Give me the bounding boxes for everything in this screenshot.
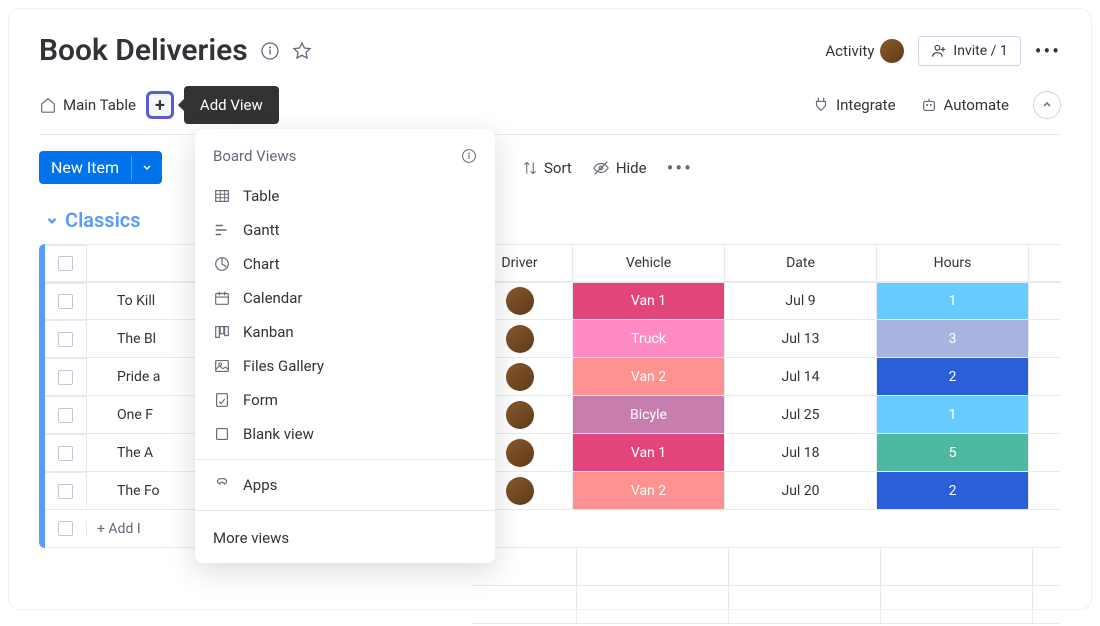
dropdown-more-views[interactable]: More views xyxy=(195,519,495,549)
hours-cell[interactable]: 3 xyxy=(877,320,1029,357)
dropdown-item-table[interactable]: Table xyxy=(195,179,495,213)
activity-button[interactable]: Activity xyxy=(825,39,904,63)
invite-button[interactable]: Invite / 1 xyxy=(918,36,1020,66)
driver-avatar[interactable] xyxy=(506,363,534,391)
hide-button[interactable]: Hide xyxy=(592,159,647,177)
driver-avatar[interactable] xyxy=(506,401,534,429)
info-icon[interactable] xyxy=(260,41,280,61)
driver-avatar[interactable] xyxy=(506,325,534,353)
main-table-tab[interactable]: Main Table xyxy=(39,96,136,114)
row-checkbox[interactable] xyxy=(58,408,73,423)
vehicle-cell[interactable]: Van 1 xyxy=(573,283,725,319)
dropdown-item-kanban[interactable]: Kanban xyxy=(195,315,495,349)
kanban-icon xyxy=(213,323,231,341)
dropdown-title: Board Views xyxy=(213,147,296,165)
chart-icon xyxy=(213,255,231,273)
integrate-button[interactable]: Integrate xyxy=(812,96,895,114)
add-view-button[interactable]: + xyxy=(146,91,174,119)
driver-avatar[interactable] xyxy=(506,439,534,467)
info-icon[interactable] xyxy=(461,148,477,164)
row-checkbox[interactable] xyxy=(58,484,73,499)
date-cell[interactable]: Jul 20 xyxy=(725,472,877,509)
chevron-down-icon[interactable] xyxy=(131,156,162,180)
hours-cell[interactable]: 2 xyxy=(877,472,1029,509)
calendar-icon xyxy=(213,289,231,307)
add-view-tooltip: Add View xyxy=(184,86,279,124)
table-icon xyxy=(213,187,231,205)
date-cell[interactable]: Jul 25 xyxy=(725,396,877,433)
hours-column-header[interactable]: Hours xyxy=(877,245,1029,281)
automate-button[interactable]: Automate xyxy=(920,96,1009,114)
sort-button[interactable]: Sort xyxy=(522,159,572,177)
date-column-header[interactable]: Date xyxy=(725,245,877,281)
vehicle-cell[interactable]: Van 2 xyxy=(573,358,725,395)
form-icon xyxy=(213,391,231,409)
date-cell[interactable]: Jul 13 xyxy=(725,320,877,357)
date-cell[interactable]: Jul 9 xyxy=(725,283,877,319)
dropdown-item-gantt[interactable]: Gantt xyxy=(195,213,495,247)
avatar xyxy=(880,39,904,63)
hours-cell[interactable]: 1 xyxy=(877,283,1029,319)
row-checkbox[interactable] xyxy=(58,294,73,309)
vehicle-cell[interactable]: Van 2 xyxy=(573,472,725,509)
vehicle-cell[interactable]: Bicyle xyxy=(573,396,725,433)
select-all-checkbox[interactable] xyxy=(58,256,73,271)
board-views-dropdown: Board Views TableGanttChartCalendarKanba… xyxy=(195,129,495,563)
toolbar-more-icon[interactable]: ••• xyxy=(667,156,693,180)
star-icon[interactable] xyxy=(292,41,312,61)
data-table: Driver Vehicle Date Hours To Kill Van 1 … xyxy=(39,244,1061,548)
hours-cell[interactable]: 2 xyxy=(877,358,1029,395)
date-cell[interactable]: Jul 14 xyxy=(725,358,877,395)
dropdown-item-form[interactable]: Form xyxy=(195,383,495,417)
vehicle-cell[interactable]: Truck xyxy=(573,320,725,357)
gantt-icon xyxy=(213,221,231,239)
dropdown-item-blank-view[interactable]: Blank view xyxy=(195,417,495,451)
more-options-icon[interactable]: ••• xyxy=(1035,39,1061,63)
dropdown-item-chart[interactable]: Chart xyxy=(195,247,495,281)
hours-cell[interactable]: 1 xyxy=(877,396,1029,433)
dropdown-apps[interactable]: Apps xyxy=(195,468,495,502)
dropdown-item-files-gallery[interactable]: Files Gallery xyxy=(195,349,495,383)
vehicle-column-header[interactable]: Vehicle xyxy=(573,245,725,281)
hours-cell[interactable]: 5 xyxy=(877,434,1029,471)
date-cell[interactable]: Jul 18 xyxy=(725,434,877,471)
driver-avatar[interactable] xyxy=(506,477,534,505)
driver-avatar[interactable] xyxy=(506,287,534,315)
dropdown-item-calendar[interactable]: Calendar xyxy=(195,281,495,315)
board-title: Book Deliveries xyxy=(39,33,248,68)
vehicle-cell[interactable]: Van 1 xyxy=(573,434,725,471)
row-checkbox[interactable] xyxy=(58,332,73,347)
blank-icon xyxy=(213,425,231,443)
row-checkbox[interactable] xyxy=(58,370,73,385)
gallery-icon xyxy=(213,357,231,375)
new-item-button[interactable]: New Item xyxy=(39,151,162,184)
row-checkbox[interactable] xyxy=(58,446,73,461)
collapse-button[interactable] xyxy=(1033,91,1061,119)
